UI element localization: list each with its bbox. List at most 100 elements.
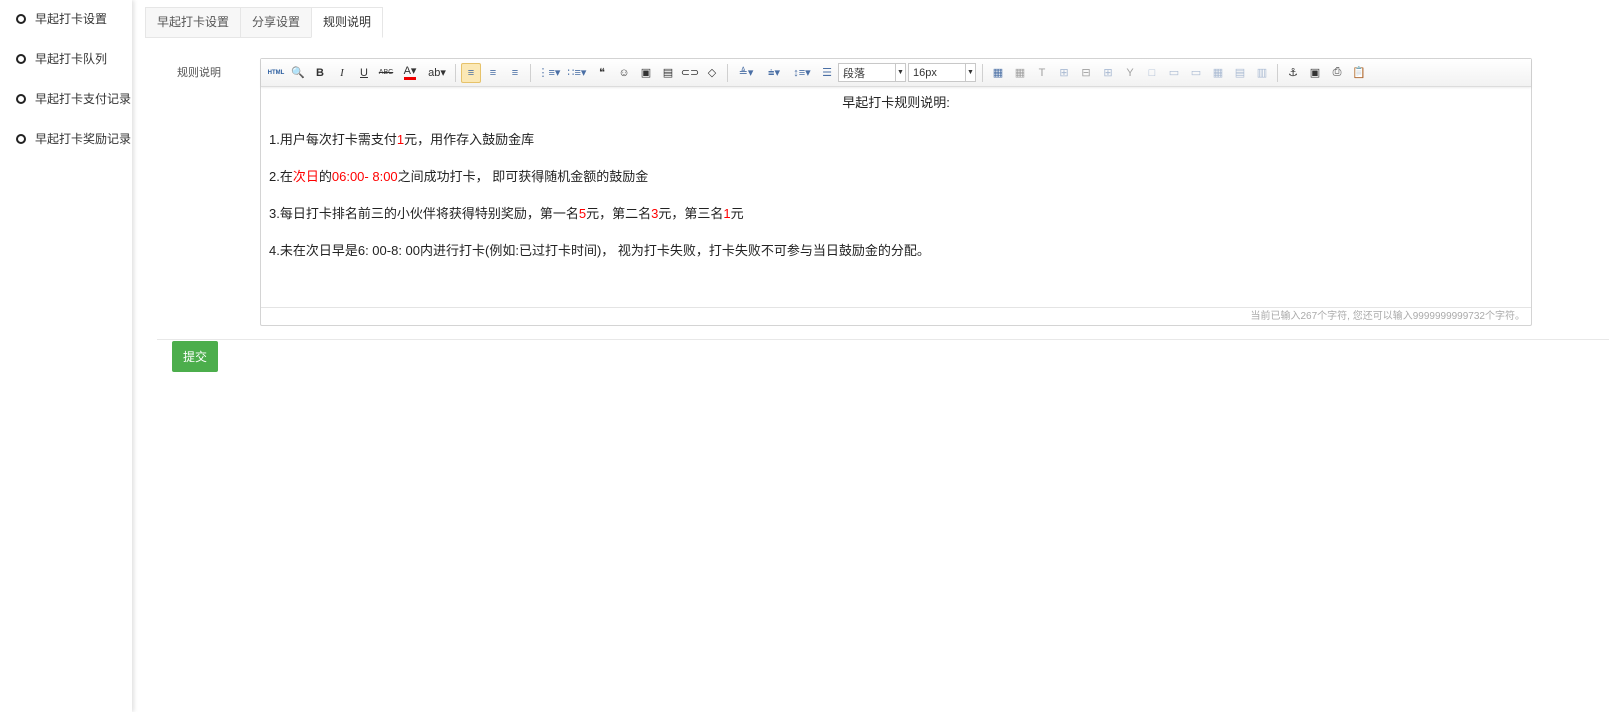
highlighted-text: 1 [723,206,731,221]
font-color-icon: A▾ [403,65,417,80]
toolbar-separator [455,63,456,82]
paragraph-format-icon: ☰ [822,67,832,79]
highlighted-text: 06:00- 8:00 [331,169,398,184]
toolbar-eraser-button[interactable]: ◇ [702,63,722,83]
toolbar-merge-right-button[interactable]: ▭ [1164,63,1184,83]
toolbar-template-button[interactable]: ▣ [1305,63,1325,83]
toolbar-highlight-color-button[interactable]: ab▾ [424,63,450,83]
tab-2[interactable]: 分享设置 [240,7,313,38]
eraser-icon: ◇ [707,67,717,79]
justify-center-icon: ≡ [489,66,497,79]
merge-right-icon: ▭ [1168,67,1180,79]
toolbar-merge-down-button[interactable]: ▭ [1186,63,1206,83]
toolbar-strikethrough-button[interactable]: ABC [376,63,396,83]
toolbar-emotion-button[interactable]: ☺ [614,63,634,83]
toolbar-row-spacing-bottom-button[interactable]: ⩧▾ [761,63,787,83]
circle-icon [16,133,26,144]
merge-down-icon: ▭ [1190,67,1202,79]
toolbar-justify-right-button[interactable]: ≡ [505,63,525,83]
toolbar-preview-button[interactable]: 🔍 [288,63,308,83]
toolbar-html-source-button[interactable]: HTML [266,63,286,83]
toolbar-line-height-button[interactable]: ↕≡▾ [789,63,815,83]
toolbar-insert-table-button[interactable]: ▦ [988,63,1008,83]
toolbar-separator [530,63,531,82]
tab-3[interactable]: 规则说明 [311,7,384,38]
rule-line: 3.每日打卡排名前三的小伙伴将获得特别奖励，第一名5元，第二名3元，第三名1元 [269,206,1523,222]
blockquote-icon: ❝ [599,67,605,79]
rule-text: 元 [730,206,744,221]
paragraph-select[interactable]: 段落 ▼ [838,63,906,82]
rule-text: 元，第三名 [658,206,724,221]
toolbar-split-rows-button[interactable]: ▤ [1230,63,1250,83]
tab-1[interactable]: 早起打卡设置 [145,7,242,38]
chevron-down-icon: ▼ [895,64,905,81]
rule-text: 元，用作存入鼓励金库 [404,132,535,147]
sidebar-item[interactable]: 早起打卡设置 [16,10,107,27]
rules-title: 早起打卡规则说明: [842,95,950,110]
circle-icon [16,53,26,64]
toolbar-ordered-list-button[interactable]: ⋮≡▾ [536,63,562,83]
toolbar-separator [727,63,728,82]
bold-icon: B [316,66,324,79]
anchor-icon: ⚓ [1288,67,1298,79]
toolbar-split-cols-button[interactable]: ▥ [1252,63,1272,83]
toolbar-unordered-list-button[interactable]: ∷≡▾ [564,63,590,83]
toolbar-anchor-button[interactable]: ⚓ [1283,63,1303,83]
toolbar-separator [982,63,983,82]
rule-text: 元，第二名 [586,206,652,221]
preview-icon: 🔍 [291,67,305,79]
rule-line: 4.未在次日早是6: 00-8: 00内进行打卡(例如:已过打卡时间)， 视为打… [269,243,1523,259]
delete-row-icon: ⊟ [1081,67,1091,79]
line-height-icon: ↕≡▾ [793,67,811,79]
toolbar-justify-center-button[interactable]: ≡ [483,63,503,83]
divider [157,339,1609,340]
justify-left-icon: ≡ [467,66,475,79]
toolbar-delete-table-button[interactable]: ▦ [1010,63,1030,83]
chevron-down-icon: ▼ [965,64,975,81]
insert-row-icon: ⊞ [1059,67,1069,79]
unordered-list-icon: ∷≡▾ [567,67,587,79]
row-spacing-bottom-icon: ⩧▾ [768,66,780,79]
sidebar-item[interactable]: 早起打卡队列 [16,50,107,67]
word-count: 当前已输入267个字符, 您还可以输入9999999999732个字符。 [261,307,1531,325]
toolbar-paragraph-format-button[interactable]: ☰ [817,63,837,83]
toolbar-insert-caption-button[interactable]: T [1032,63,1052,83]
toolbar-underline-button[interactable]: U [354,63,374,83]
toolbar-merge-cells-button[interactable]: □ [1142,63,1162,83]
toolbar-delete-row-button[interactable]: ⊟ [1076,63,1096,83]
toolbar-split-cells-button[interactable]: ▦ [1208,63,1228,83]
toolbar-insert-col-button[interactable]: ⊞ [1098,63,1118,83]
submit-button[interactable]: 提交 [172,341,218,372]
sidebar-item-label: 早起打卡队列 [35,52,108,66]
toolbar-insert-image-button[interactable]: ▣ [636,63,656,83]
rule-line: 2.在次日的06:00- 8:00之间成功打卡， 即可获得随机金额的鼓励金 [269,169,1523,185]
split-cols-icon: ▥ [1256,67,1268,79]
toolbar-font-color-button[interactable]: A▾ [398,63,422,83]
paste-icon: 📋 [1352,67,1366,79]
fontsize-select[interactable]: 16px ▼ [908,63,976,82]
toolbar-justify-left-button[interactable]: ≡ [461,62,481,83]
sidebar-item[interactable]: 早起打卡奖励记录 [16,130,131,147]
toolbar-blockquote-button[interactable]: ❝ [592,63,612,83]
field-label: 规则说明 [177,67,221,79]
toolbar-paste-button[interactable]: 📋 [1349,63,1369,83]
highlighted-text: 次日 [292,169,319,184]
insert-image-icon: ▣ [640,67,652,79]
toolbar-link-button[interactable]: ⊂⊃ [680,63,700,83]
toolbar-insert-video-button[interactable]: ▤ [658,63,678,83]
strikethrough-icon: ABC [378,69,394,76]
toolbar-italic-button[interactable]: I [332,63,352,83]
rule-line: 1.用户每次打卡需支付1元，用作存入鼓励金库 [269,132,1523,148]
editor-content[interactable]: 早起打卡规则说明: 1.用户每次打卡需支付1元，用作存入鼓励金库 2.在次日的06… [261,87,1531,307]
toolbar-print-button[interactable]: ⎙ [1327,63,1347,83]
print-icon: ⎙ [1332,66,1342,78]
circle-icon [16,13,26,24]
toolbar-insert-row-button[interactable]: ⊞ [1054,63,1074,83]
toolbar-bold-button[interactable]: B [310,63,330,83]
toolbar-row-spacing-top-button[interactable]: ≜▾ [733,63,759,83]
fontsize-select-value: 16px [913,66,937,79]
split-cells-icon: ▦ [1212,67,1224,79]
toolbar-delete-col-button[interactable]: Y [1120,63,1140,83]
sidebar-item[interactable]: 早起打卡支付记录 [16,90,131,107]
highlighted-text: 5 [578,206,587,221]
